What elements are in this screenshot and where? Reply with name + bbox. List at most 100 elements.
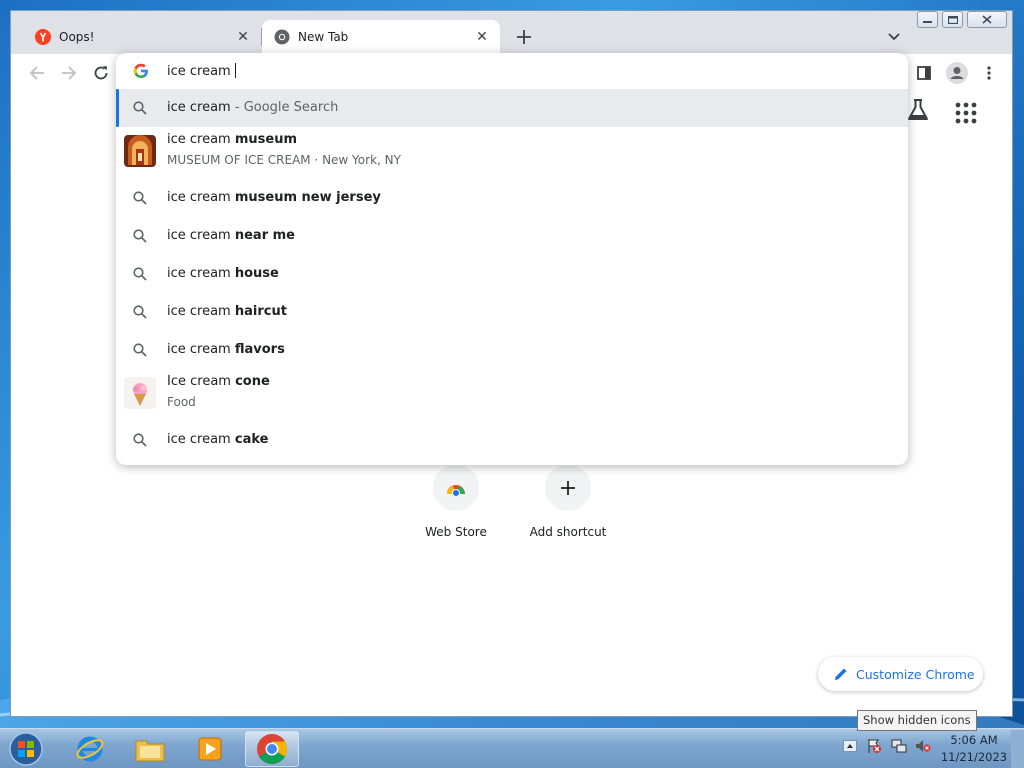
suggestion-text: ice cream cake xyxy=(167,432,268,447)
omnibox-suggestion[interactable]: ice cream flavors xyxy=(116,331,908,369)
tray-tooltip: Show hidden icons xyxy=(857,710,977,731)
start-button[interactable] xyxy=(6,731,46,767)
suggestion-query: ice cream xyxy=(167,342,235,357)
volume-tray[interactable] xyxy=(914,737,932,755)
taskbar-internet-explorer[interactable] xyxy=(63,731,117,767)
omnibox-dropdown: ice cream ice cream - Google Search ice c… xyxy=(116,53,908,465)
avatar-icon xyxy=(946,62,968,84)
omnibox-suggestion[interactable]: Ice cream cone Food xyxy=(116,369,908,419)
suggestion-text: ice cream museum xyxy=(167,132,297,147)
reload-icon xyxy=(94,66,108,80)
tab-search-button[interactable] xyxy=(883,26,905,48)
minimize-button[interactable] xyxy=(917,11,938,28)
omnibox-suggestion[interactable]: ice cream near me xyxy=(116,217,908,255)
network-tray[interactable] xyxy=(890,737,908,755)
suggestion-text: ice cream museum new jersey xyxy=(167,190,381,205)
reload-button[interactable] xyxy=(88,60,114,86)
omnibox-suggestion[interactable]: ice cream house xyxy=(116,255,908,293)
suggestion-text: Ice cream cone xyxy=(167,374,270,389)
network-icon xyxy=(891,739,907,753)
maximize-button[interactable] xyxy=(942,11,963,28)
suggestion-query: Ice cream xyxy=(167,374,236,389)
taskbar-media-player[interactable] xyxy=(183,731,237,767)
search-icon xyxy=(133,343,147,357)
clock-date: 11/21/2023 xyxy=(940,750,1008,764)
folder-icon xyxy=(135,740,165,762)
omnibox-suggestion[interactable]: ice cream museum new jersey xyxy=(116,179,908,217)
suggestion-completion: house xyxy=(234,266,279,281)
tab-close-icon[interactable]: ✕ xyxy=(235,29,251,45)
tab-oops[interactable]: Oops! ✕ xyxy=(23,20,261,54)
shortcut-add[interactable]: Add shortcut xyxy=(518,465,618,539)
action-center-tray[interactable] xyxy=(865,737,883,755)
new-tab-button[interactable] xyxy=(511,24,537,50)
shortcut-tile xyxy=(545,465,591,511)
suggestion-completion: haircut xyxy=(234,304,287,319)
pencil-icon xyxy=(835,668,847,680)
chevron-up-icon xyxy=(843,740,857,752)
tab-title: Oops! xyxy=(59,30,95,44)
taskbar-file-explorer[interactable] xyxy=(123,731,177,767)
close-icon xyxy=(982,15,992,24)
suggestion-completion: near me xyxy=(234,228,296,243)
google-icon xyxy=(133,63,148,78)
search-icon xyxy=(133,433,147,447)
omnibox-input-row[interactable]: ice cream xyxy=(116,53,908,89)
suggestion-completion: cake xyxy=(234,432,269,447)
side-panel-button[interactable] xyxy=(911,60,937,86)
more-vert-icon xyxy=(987,66,991,80)
suggestion-text: ice cream flavors xyxy=(167,342,285,357)
museum-thumbnail xyxy=(124,135,156,167)
suggestion-query: ice cream xyxy=(167,228,235,243)
plus-icon xyxy=(561,481,575,495)
yandex-icon xyxy=(35,29,51,45)
tab-new-tab[interactable]: New Tab ✕ xyxy=(262,20,500,54)
omnibox-suggestion[interactable]: ice cream haircut xyxy=(116,293,908,331)
chrome-icon xyxy=(274,29,290,45)
volume-muted-icon xyxy=(916,740,931,752)
customize-chrome-button[interactable]: Customize Chrome xyxy=(818,657,983,691)
profile-button[interactable] xyxy=(944,60,970,86)
suggestion-completion: museum new jersey xyxy=(234,190,381,205)
suggestion-subtitle: MUSEUM OF ICE CREAM · New York, NY xyxy=(167,153,401,167)
search-icon xyxy=(133,191,147,205)
labs-flask-icon[interactable] xyxy=(905,97,931,123)
search-icon xyxy=(133,229,147,243)
tab-title: New Tab xyxy=(298,30,349,44)
chevron-down-icon xyxy=(888,33,900,41)
omnibox-suggestion[interactable]: ice cream - Google Search xyxy=(116,89,908,127)
show-desktop-button[interactable] xyxy=(1011,730,1024,768)
webstore-icon xyxy=(447,485,465,496)
omnibox-suggestion[interactable]: ice cream cake xyxy=(116,421,908,459)
suggestion-text: ice cream haircut xyxy=(167,304,287,319)
tab-strip: Oops! ✕ New Tab ✕ xyxy=(11,11,1012,54)
side-panel-icon xyxy=(917,66,931,80)
customize-label: Customize Chrome xyxy=(856,666,975,682)
suggestion-description: - Google Search xyxy=(230,100,339,115)
omnibox-suggestion[interactable]: ice cream museum MUSEUM OF ICE CREAM · Ne… xyxy=(116,127,908,177)
apps-grid-icon[interactable] xyxy=(955,102,977,124)
ice-cream-thumbnail xyxy=(124,377,156,409)
shortcut-label: Web Store xyxy=(425,525,487,539)
internet-explorer-icon xyxy=(76,736,104,762)
close-window-button[interactable] xyxy=(967,11,1007,28)
back-button[interactable] xyxy=(24,60,50,86)
suggestion-query: ice cream xyxy=(167,266,235,281)
menu-button[interactable] xyxy=(976,60,1002,86)
suggestion-subtitle: Food xyxy=(167,395,196,409)
taskbar-chrome[interactable] xyxy=(245,731,299,767)
forward-button[interactable] xyxy=(56,60,82,86)
suggestion-completion: museum xyxy=(234,132,298,147)
suggestion-query: ice cream xyxy=(167,432,235,447)
system-clock[interactable]: 5:06 AM 11/21/2023 xyxy=(938,732,1010,766)
suggestion-text: ice cream - Google Search xyxy=(167,100,338,115)
minimize-icon xyxy=(923,20,932,23)
chrome-icon xyxy=(257,734,288,765)
flag-warning-icon xyxy=(868,739,881,753)
tab-close-icon[interactable]: ✕ xyxy=(474,29,490,45)
show-hidden-icons-button[interactable] xyxy=(841,737,859,755)
shortcut-web-store[interactable]: Web Store xyxy=(406,465,506,539)
omnibox-text[interactable]: ice cream xyxy=(167,63,236,79)
maximize-icon xyxy=(947,15,958,24)
suggestion-query: ice cream xyxy=(167,190,235,205)
